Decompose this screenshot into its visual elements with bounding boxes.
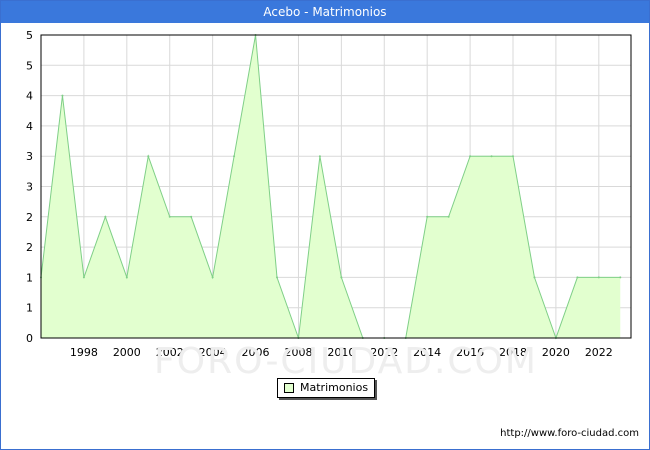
legend: Matrimonios — [277, 378, 375, 398]
data-point — [469, 155, 472, 158]
data-point — [512, 155, 514, 158]
data-point — [276, 276, 278, 279]
data-point — [447, 215, 450, 218]
y-tick-label: 3 — [26, 181, 33, 194]
data-point — [125, 276, 128, 279]
data-point — [147, 155, 150, 158]
y-tick-label: 2 — [26, 211, 33, 224]
y-tick-label: 3 — [26, 150, 33, 163]
legend-swatch-matrimonios — [284, 383, 294, 393]
data-point — [211, 276, 214, 279]
data-point — [318, 155, 321, 158]
y-tick-label: 4 — [26, 90, 33, 103]
data-point — [576, 276, 579, 279]
chart-frame: Acebo - Matrimonios 0 1 1 2 2 3 3 4 4 5 5 1998 2000 2… — [0, 0, 650, 450]
y-tick-label: 5 — [26, 29, 33, 42]
x-tick-label: 2000 — [113, 346, 141, 359]
y-tick-label: 0 — [26, 332, 33, 345]
legend-label-matrimonios: Matrimonios — [300, 381, 369, 394]
data-point — [61, 94, 64, 97]
data-point — [104, 215, 107, 218]
watermark: FORO-CIUDAD.COM — [154, 341, 538, 382]
data-point — [82, 276, 85, 279]
footer-url: http://www.foro-ciudad.com — [500, 428, 639, 439]
y-tick-label: 1 — [26, 271, 33, 284]
data-point — [619, 276, 622, 279]
x-tick-label: 1998 — [70, 346, 98, 359]
data-point — [533, 276, 536, 279]
y-tick-label: 4 — [26, 120, 33, 133]
y-tick-label: 1 — [26, 302, 33, 315]
data-point — [490, 155, 493, 158]
y-tick-label: 2 — [26, 241, 33, 254]
data-point — [426, 215, 429, 218]
data-point — [233, 155, 236, 158]
x-tick-label: 2022 — [585, 346, 613, 359]
y-tick-label: 5 — [26, 59, 33, 72]
x-tick-label: 2020 — [542, 346, 570, 359]
data-point — [340, 276, 343, 279]
data-point — [168, 215, 171, 218]
data-point — [597, 276, 600, 279]
data-point — [190, 215, 193, 218]
